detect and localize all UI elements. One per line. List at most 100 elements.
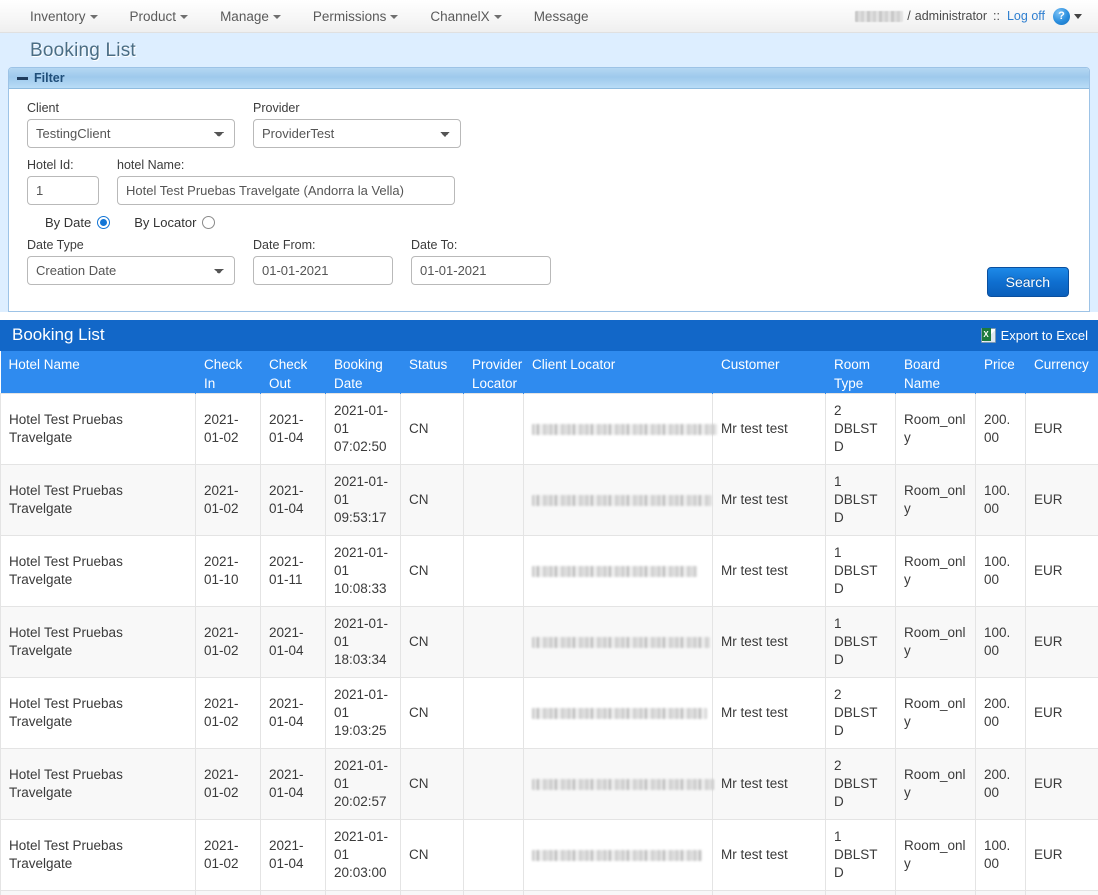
column-header-check-in[interactable]: Check In	[195, 351, 261, 394]
table-row[interactable]: Hotel Test Pruebas Travelgate2021-01-022…	[0, 890, 1098, 895]
by-date-label: By Date	[45, 215, 92, 230]
cell-room-type: 1 DBLSTD	[825, 535, 896, 607]
excel-icon	[980, 327, 996, 343]
chevron-down-icon	[272, 14, 281, 19]
results-panel: Booking List Export to Excel Hotel Name …	[0, 320, 1098, 895]
column-header-customer[interactable]: Customer	[712, 351, 826, 394]
cell-provider-locator	[463, 819, 524, 891]
search-mode-radio-group: By Date By Locator	[45, 215, 1071, 230]
nav-item-message[interactable]: Message	[518, 3, 605, 30]
filter-panel-title: Filter	[34, 71, 65, 85]
hotel-name-input[interactable]	[117, 176, 455, 205]
column-header-board-name[interactable]: Board Name	[895, 351, 976, 394]
cell-hotel-name: Hotel Test Pruebas Travelgate	[0, 748, 196, 820]
date-type-select[interactable]: Creation Date	[27, 256, 235, 285]
table-row[interactable]: Hotel Test Pruebas Travelgate 2021-01-10 2…	[0, 535, 1098, 607]
top-navigation-bar: Inventory Product Manage Permissions Cha…	[0, 0, 1098, 33]
field-date-from: Date From:	[253, 238, 393, 285]
column-header-room-type[interactable]: Room Type	[825, 351, 896, 394]
client-label: Client	[27, 101, 59, 115]
cell-status: CN	[400, 677, 464, 749]
column-header-check-out[interactable]: Check Out	[260, 351, 326, 394]
column-header-client-locator[interactable]: Client Locator	[523, 351, 713, 394]
client-locator-redacted	[532, 636, 710, 648]
client-select[interactable]: TestingClient	[27, 119, 235, 148]
cell-status: CN	[400, 393, 464, 465]
cell-hotel-name: Hotel Test Pruebas Travelgate	[0, 606, 196, 678]
date-from-input[interactable]	[253, 256, 393, 285]
provider-select[interactable]: ProviderTest	[253, 119, 461, 148]
column-header-price[interactable]: Price	[975, 351, 1026, 394]
cell-check-in: 2021-01-02	[195, 393, 261, 465]
cell-board-name: Room_only	[895, 748, 976, 820]
cell-board-name: Room_only	[895, 677, 976, 749]
chevron-down-icon	[89, 14, 98, 19]
cell-check-in: 2021-01-02	[195, 748, 261, 820]
cell-client-locator	[523, 819, 713, 891]
nav-item-manage[interactable]: Manage	[204, 3, 297, 30]
cell-currency: EUR	[1025, 535, 1098, 607]
cell-provider-locator	[463, 606, 524, 678]
table-row[interactable]: Hotel Test Pruebas Travelgate2021-01-022…	[0, 677, 1098, 749]
date-to-input[interactable]	[411, 256, 551, 285]
column-header-status[interactable]: Status	[400, 351, 464, 394]
log-off-link[interactable]: Log off	[1007, 9, 1045, 23]
nav-item-inventory[interactable]: Inventory	[14, 3, 114, 30]
export-to-excel-label: Export to Excel	[1000, 327, 1088, 343]
column-header-booking-date[interactable]: Booking Date	[325, 351, 401, 394]
cell-booking-date: 2021-01-01 18:03:34	[325, 606, 401, 678]
client-locator-redacted	[532, 423, 717, 435]
collapse-minus-icon[interactable]	[17, 76, 28, 80]
cell-check-in: 2021-01-02	[195, 677, 261, 749]
cell-check-out: 2021-01-04	[260, 677, 326, 749]
column-header-provider-locator[interactable]: Provider Locator	[463, 351, 524, 394]
table-row[interactable]: Hotel Test Pruebas Travelgate2021-01-02 2…	[0, 393, 1098, 465]
field-client: Client TestingClient	[27, 101, 235, 148]
column-header-hotel-name[interactable]: Hotel Name	[0, 351, 196, 394]
cell-check-out: 2021-01-04	[260, 819, 326, 891]
account-role: administrator	[914, 9, 988, 23]
provider-label: Provider	[253, 101, 300, 115]
nav-item-label: ChannelX	[430, 8, 490, 24]
nav-item-product[interactable]: Product	[114, 3, 205, 30]
nav-item-channelx[interactable]: ChannelX	[414, 3, 517, 30]
cell-client-locator	[523, 890, 713, 895]
nav-item-label: Inventory	[30, 8, 86, 24]
table-row[interactable]: Hotel Test Pruebas Travelgate2021-01-022…	[0, 464, 1098, 536]
client-locator-redacted	[532, 565, 697, 577]
cell-customer: Mr test test	[712, 535, 826, 607]
cell-room-type: 1 DBLSTD	[825, 464, 896, 536]
filter-panel-header[interactable]: Filter	[9, 68, 1089, 89]
cell-booking-date: 2021-01-01 09:53:17	[325, 464, 401, 536]
cell-client-locator	[523, 606, 713, 678]
cell-currency: EUR	[1025, 606, 1098, 678]
hotel-id-label: Hotel Id:	[27, 158, 74, 172]
date-from-label: Date From:	[253, 238, 316, 252]
column-header-currency[interactable]: Currency	[1025, 351, 1098, 394]
hotel-id-input[interactable]	[27, 176, 99, 205]
by-date-radio[interactable]	[97, 216, 111, 229]
cell-price: 200.00	[975, 393, 1026, 465]
search-button[interactable]: Search	[986, 267, 1069, 297]
chevron-down-icon[interactable]	[1074, 13, 1082, 19]
cell-status: CN	[400, 535, 464, 607]
cell-currency: EUR	[1025, 393, 1098, 465]
cell-price: 100.00	[975, 464, 1026, 536]
nav-item-permissions[interactable]: Permissions	[297, 3, 415, 30]
cell-status: CN	[400, 748, 464, 820]
cell-provider-locator	[463, 535, 524, 607]
cell-currency: EUR	[1025, 464, 1098, 536]
cell-room-type: 2 DBLSTD	[825, 677, 896, 749]
cell-provider-locator	[463, 677, 524, 749]
cell-check-in: 2021-01-10	[195, 535, 261, 607]
cell-currency: EUR	[1025, 677, 1098, 749]
table-row[interactable]: Hotel Test Pruebas Travelgate2021-01-022…	[0, 748, 1098, 820]
cell-board-name: Room_only	[895, 464, 976, 536]
table-row[interactable]: Hotel Test Pruebas Travelgate2021-01-022…	[0, 606, 1098, 678]
cell-hotel-name: Hotel Test Pruebas Travelgate	[0, 393, 196, 465]
table-row[interactable]: Hotel Test Pruebas Travelgate2021-01-022…	[0, 819, 1098, 891]
by-locator-radio[interactable]	[202, 216, 216, 229]
hotel-name-label: hotel Name:	[117, 158, 185, 172]
export-to-excel-button[interactable]: Export to Excel	[980, 327, 1088, 343]
help-icon[interactable]: ?	[1053, 7, 1070, 25]
